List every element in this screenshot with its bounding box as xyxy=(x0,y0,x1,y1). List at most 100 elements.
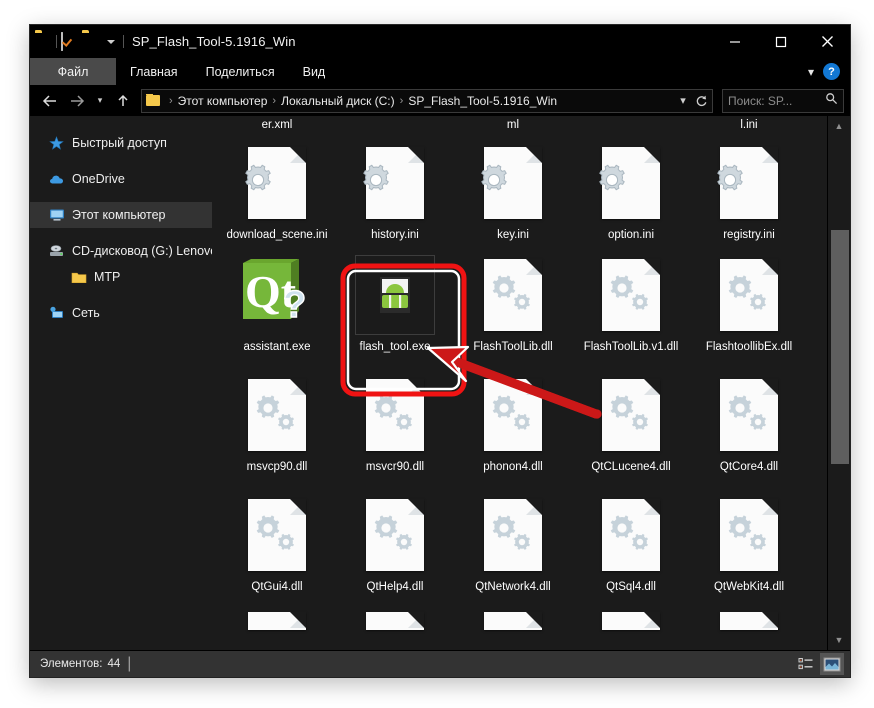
tab-file[interactable]: Файл xyxy=(30,58,116,85)
list-item[interactable] xyxy=(572,116,690,134)
list-item[interactable]: FlashtoollibEx.dll xyxy=(690,246,808,354)
dll-file-icon xyxy=(706,252,792,338)
up-button[interactable] xyxy=(111,89,135,113)
properties-checklist-icon[interactable] xyxy=(61,32,78,51)
file-label: QtSql4.dll xyxy=(606,581,656,593)
breadcrumb-item-folder[interactable]: SP_Flash_Tool-5.1916_Win xyxy=(408,94,557,108)
list-item[interactable] xyxy=(336,116,454,134)
dll-file-icon xyxy=(234,492,320,578)
folder-icon[interactable] xyxy=(35,33,52,50)
breadcrumb-separator-0: › xyxy=(169,94,173,107)
list-item[interactable]: registry.ini xyxy=(690,134,808,242)
chevron-down-icon[interactable]: ▾ xyxy=(808,66,814,78)
sidebar-item-cd-drive[interactable]: CD-дисковод (G:) Lenovo xyxy=(30,238,212,264)
list-item-flash-tool[interactable]: flash_tool.exe xyxy=(336,246,454,354)
list-item[interactable]: QtCore4.dll xyxy=(690,366,808,474)
list-item[interactable]: Qt ? assistant.exe xyxy=(218,246,336,354)
tab-share[interactable]: Поделиться xyxy=(192,58,289,85)
file-label: QtCore4.dll xyxy=(719,461,779,473)
list-item[interactable] xyxy=(454,606,572,630)
breadcrumb-separator-2: › xyxy=(399,94,404,107)
icon-grid: er.xml ml l.ini download_scene.ini histo… xyxy=(212,116,828,650)
list-item[interactable]: QtHelp4.dll xyxy=(336,486,454,594)
breadcrumb-item-local-disk[interactable]: Локальный диск (C:) xyxy=(281,94,395,108)
sidebar-item-mtp[interactable]: MTP xyxy=(30,264,212,290)
list-item[interactable]: FlashToolLib.v1.dll xyxy=(572,246,690,354)
dll-file-icon xyxy=(352,492,438,578)
list-item[interactable]: FlashToolLib.dll xyxy=(454,246,572,354)
file-list-view[interactable]: er.xml ml l.ini download_scene.ini histo… xyxy=(212,116,850,650)
scrollbar-thumb[interactable] xyxy=(831,230,849,464)
file-label: key.ini xyxy=(497,229,529,241)
scroll-up-button[interactable]: ▲ xyxy=(828,116,850,136)
file-label: ml xyxy=(506,119,520,131)
sidebar-item-label: OneDrive xyxy=(72,172,125,186)
new-folder-icon[interactable] xyxy=(82,33,99,50)
toolbar-divider-2 xyxy=(123,35,124,48)
list-item[interactable]: phonon4.dll xyxy=(454,366,572,474)
list-item[interactable] xyxy=(572,606,690,630)
dll-file-icon xyxy=(706,492,792,578)
list-item[interactable]: QtGui4.dll xyxy=(218,486,336,594)
minimize-button[interactable] xyxy=(712,25,758,58)
file-row-3: msvcp90.dll msvcr90.dll phonon4.dll QtCL… xyxy=(218,366,828,474)
chevron-down-icon[interactable]: ▾ xyxy=(674,91,692,111)
refresh-icon[interactable] xyxy=(692,91,710,111)
forward-button[interactable] xyxy=(65,89,89,113)
list-item[interactable]: ml xyxy=(454,116,572,134)
sidebar-item-this-pc[interactable]: Этот компьютер xyxy=(30,202,212,228)
recent-locations-icon[interactable]: ▾ xyxy=(92,89,108,113)
list-item[interactable]: option.ini xyxy=(572,134,690,242)
dll-file-icon xyxy=(234,612,320,630)
breadcrumb-item-this-pc[interactable]: Этот компьютер xyxy=(178,94,268,108)
help-button[interactable]: ? xyxy=(823,63,840,80)
list-item[interactable]: er.xml xyxy=(218,116,336,134)
ribbon-right-controls: ▾ ? xyxy=(808,58,846,85)
dll-file-icon xyxy=(470,492,556,578)
list-item[interactable]: msvcr90.dll xyxy=(336,366,454,474)
file-label: QtHelp4.dll xyxy=(366,581,424,593)
back-button[interactable] xyxy=(38,89,62,113)
list-item[interactable]: history.ini xyxy=(336,134,454,242)
dll-file-icon xyxy=(588,492,674,578)
star-icon xyxy=(48,135,65,152)
list-item[interactable]: key.ini xyxy=(454,134,572,242)
ini-file-icon xyxy=(470,140,556,226)
list-item[interactable] xyxy=(336,606,454,630)
sidebar-item-onedrive[interactable]: OneDrive xyxy=(30,166,212,192)
vertical-scrollbar[interactable]: ▲ ▼ xyxy=(827,116,850,650)
list-item[interactable]: QtWebKit4.dll xyxy=(690,486,808,594)
sidebar-item-network[interactable]: Сеть xyxy=(30,300,212,326)
sidebar-item-quick-access[interactable]: Быстрый доступ xyxy=(30,130,212,156)
address-input[interactable]: › Этот компьютер › Локальный диск (C:) ›… xyxy=(141,88,713,113)
tab-view[interactable]: Вид xyxy=(289,58,340,85)
search-icon[interactable] xyxy=(825,92,838,110)
large-icons-view-icon[interactable] xyxy=(820,653,844,675)
list-item[interactable] xyxy=(218,606,336,630)
file-label: l.ini xyxy=(740,119,758,131)
status-items-count: 44 xyxy=(107,658,121,670)
close-button[interactable] xyxy=(804,25,850,58)
clipped-row: er.xml ml l.ini xyxy=(218,116,828,134)
details-view-icon[interactable] xyxy=(794,653,818,675)
list-item[interactable]: QtSql4.dll xyxy=(572,486,690,594)
file-label: QtWebKit4.dll xyxy=(713,581,785,593)
list-item[interactable] xyxy=(690,606,808,630)
list-item[interactable]: download_scene.ini xyxy=(218,134,336,242)
explorer-body: Быстрый доступ OneDrive Этот компьютер C… xyxy=(30,116,850,650)
tab-home[interactable]: Главная xyxy=(116,58,192,85)
list-item[interactable]: l.ini xyxy=(690,116,808,134)
status-bar: Элементов: 44 | xyxy=(30,650,850,677)
customize-caret-icon[interactable] xyxy=(107,39,115,44)
file-label: option.ini xyxy=(607,229,655,241)
file-label: msvcp90.dll xyxy=(246,461,308,473)
list-item[interactable]: QtCLucene4.dll xyxy=(572,366,690,474)
scroll-down-button[interactable]: ▼ xyxy=(828,630,850,650)
dll-file-icon xyxy=(352,372,438,458)
list-item[interactable]: QtNetwork4.dll xyxy=(454,486,572,594)
maximize-button[interactable] xyxy=(758,25,804,58)
file-row-4: QtGui4.dll QtHelp4.dll QtNetwork4.dll Qt… xyxy=(218,486,828,594)
scrollbar-track[interactable] xyxy=(831,136,849,630)
search-input[interactable]: Поиск: SP... xyxy=(722,88,844,113)
list-item[interactable]: msvcp90.dll xyxy=(218,366,336,474)
